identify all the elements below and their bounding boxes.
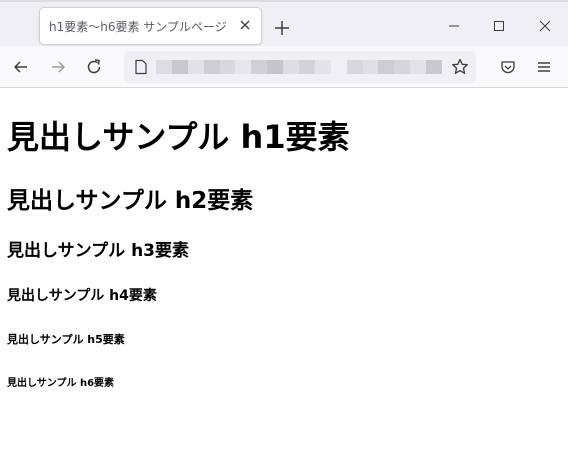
url-bar[interactable] (124, 51, 476, 83)
url-text-obscured (156, 60, 443, 74)
page-icon (135, 59, 147, 75)
pocket-icon[interactable] (498, 57, 518, 77)
heading-h6: 見出しサンプル h6要素 (7, 378, 115, 389)
window-close-icon[interactable] (535, 16, 555, 36)
heading-h3: 見出しサンプル h3要素 (7, 241, 189, 261)
bookmark-star-icon[interactable] (450, 57, 470, 77)
heading-h5: 見出しサンプル h5要素 (7, 333, 125, 346)
maximize-icon[interactable] (489, 16, 509, 36)
browser-window: h1要素〜h6要素 サンプルページ 見出しサンプル h1要素 見出しサンプル h… (0, 0, 568, 457)
heading-h4: 見出しサンプル h4要素 (7, 288, 157, 304)
navigation-bar (0, 46, 568, 88)
minimize-icon[interactable] (444, 16, 464, 36)
plus-icon[interactable] (272, 18, 292, 38)
heading-h1: 見出しサンプル h1要素 (7, 118, 350, 156)
menu-icon[interactable] (534, 57, 554, 77)
back-arrow-icon[interactable] (11, 57, 31, 77)
active-tab[interactable]: h1要素〜h6要素 サンプルページ (40, 8, 261, 44)
tab-title: h1要素〜h6要素 サンプルページ (49, 20, 227, 34)
reload-icon[interactable] (84, 57, 104, 77)
heading-h2: 見出しサンプル h2要素 (7, 188, 254, 214)
tab-strip: h1要素〜h6要素 サンプルページ (0, 0, 568, 46)
forward-arrow-icon[interactable] (48, 57, 68, 77)
close-icon[interactable] (237, 17, 253, 33)
